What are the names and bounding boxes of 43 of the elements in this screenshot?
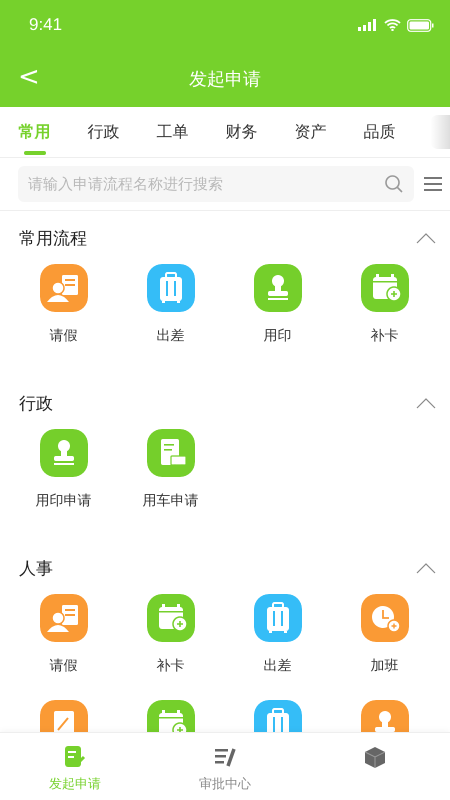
- process-label: 出差: [156, 327, 184, 345]
- category-tab[interactable]: 资产: [276, 107, 345, 157]
- edit-document-icon: [63, 745, 87, 769]
- category-tab[interactable]: 品质: [345, 107, 414, 157]
- box-icon: [362, 745, 388, 769]
- signal-icon: [358, 19, 378, 31]
- section-title: 常用流程: [19, 228, 87, 250]
- category-tab[interactable]: 工单: [138, 107, 207, 157]
- process-label: 用印申请: [36, 492, 92, 510]
- process-label: 用车申请: [142, 492, 198, 510]
- calendar-plus-icon[interactable]: [360, 264, 408, 312]
- search-icon: [384, 174, 404, 194]
- collapse-chevron-icon[interactable]: [416, 562, 436, 574]
- document-truck-icon[interactable]: [146, 429, 194, 477]
- process-label: 出差: [264, 657, 292, 675]
- clock-plus-icon[interactable]: [360, 594, 408, 642]
- process-label: 加班: [370, 657, 398, 675]
- bottom-tab[interactable]: 审批中心: [150, 733, 300, 800]
- process-label: 请假: [50, 327, 78, 345]
- person-document-icon[interactable]: [40, 264, 88, 312]
- suitcase-icon[interactable]: [146, 264, 194, 312]
- category-tab[interactable]: 行政: [69, 107, 138, 157]
- stamp-icon[interactable]: [40, 429, 88, 477]
- section-title: 行政: [19, 392, 53, 414]
- status-time: 9:41: [29, 15, 62, 35]
- collapse-chevron-icon[interactable]: [416, 398, 436, 408]
- battery-icon: [407, 18, 434, 32]
- process-label: 补卡: [370, 327, 398, 345]
- calendar-plus-icon[interactable]: [146, 594, 194, 642]
- category-tab[interactable]: 财务: [207, 107, 276, 157]
- person-document-icon[interactable]: [40, 594, 88, 642]
- process-label: 用印: [264, 327, 292, 345]
- suitcase-icon[interactable]: [254, 594, 302, 642]
- tab-edge-shadow: [430, 115, 450, 149]
- section-title: 人事: [19, 558, 53, 580]
- collapse-chevron-icon[interactable]: [416, 232, 436, 244]
- search-field[interactable]: 请输入申请流程名称进行搜索: [18, 166, 414, 202]
- menu-icon[interactable]: [424, 176, 442, 192]
- page-title: 发起申请: [189, 68, 261, 90]
- process-label: 请假: [50, 657, 78, 675]
- wifi-icon: [384, 19, 401, 31]
- stamp-icon[interactable]: [254, 264, 302, 312]
- process-label: 补卡: [156, 657, 184, 675]
